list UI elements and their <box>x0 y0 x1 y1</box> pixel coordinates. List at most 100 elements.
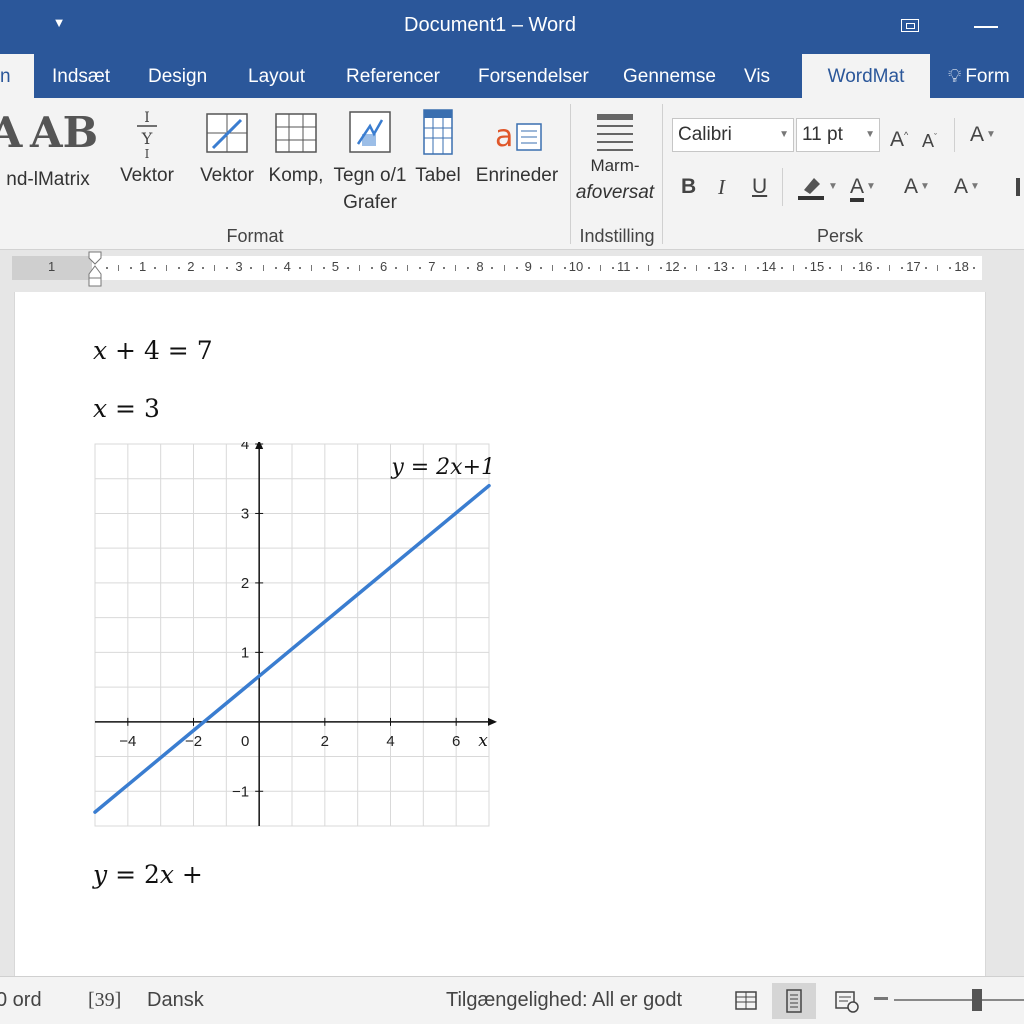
equation-line[interactable]: y = 2x + <box>93 860 203 889</box>
italic-button[interactable]: I <box>718 172 725 202</box>
tab-layout[interactable]: Layout <box>248 54 305 98</box>
grow-font-icon: A <box>890 128 905 151</box>
graphs-button[interactable]: Tegn o/1 Grafer <box>330 104 410 216</box>
zoom-out-button[interactable] <box>874 997 888 1000</box>
text-effects-icon: A <box>904 175 919 198</box>
settings-list-icon <box>597 114 633 151</box>
ruler-tick <box>419 267 422 269</box>
graphs-label: Grafer <box>343 192 397 213</box>
tab-format[interactable]: 💡︎ Form <box>948 54 1010 98</box>
vector-calc-button[interactable]: Vektor <box>194 104 260 189</box>
matrix-label: nd-lMatrix <box>6 169 90 190</box>
equation-variable: x <box>93 394 108 423</box>
title-bar: ▼ Document1 – Word <box>0 0 1024 54</box>
line-annotation: y = 2x+1 <box>390 455 495 480</box>
zoom-slider-thumb[interactable] <box>972 989 982 1011</box>
read-mode-icon <box>735 991 757 1010</box>
ruler-number: 4 <box>283 259 291 274</box>
ruler-tick <box>358 265 360 271</box>
complex-button[interactable]: Komp, <box>264 104 328 189</box>
vector-calc-label: Vektor <box>200 165 254 186</box>
equation-text: = 2 <box>107 860 160 889</box>
units-icon: a <box>495 119 542 154</box>
function-graph[interactable]: −4 −2 0 2 4 64321−1xy = 2x+1 <box>93 442 499 828</box>
tab-home[interactable]: n <box>0 54 34 98</box>
tab-insert[interactable]: Indsæt <box>52 54 110 98</box>
ruler-tick <box>648 265 650 271</box>
shrink-font-icon: A <box>922 131 935 151</box>
grow-font-button[interactable]: A^ <box>890 120 908 151</box>
equation-line[interactable]: x = 3 <box>93 394 160 423</box>
bold-button[interactable]: B <box>681 172 696 202</box>
web-layout-button[interactable] <box>824 983 868 1019</box>
matrix-button[interactable]: AB nd-lMatrix <box>0 104 99 193</box>
text-effects-button[interactable]: A ▼ <box>904 172 930 202</box>
ruler-tick <box>877 267 880 269</box>
tab-references[interactable]: Referencer <box>346 54 440 98</box>
font-size-select[interactable]: 11 pt ▼ <box>796 118 880 152</box>
y-axis-arrow <box>255 442 264 449</box>
ruler-tick <box>503 265 505 271</box>
ruler-tick <box>202 267 205 269</box>
shading-button[interactable]: A ▼ <box>954 172 980 202</box>
ruler-tick <box>370 267 373 269</box>
ruler-number: 11 <box>617 259 631 274</box>
minimize-button[interactable] <box>968 14 1008 38</box>
ruler-tick <box>491 267 494 269</box>
highlight-button[interactable]: ▼ <box>796 172 844 202</box>
table-grid-icon <box>275 113 317 153</box>
ruler-tick <box>708 267 711 269</box>
word-count[interactable]: 0 ord <box>0 989 42 1012</box>
tab-design[interactable]: Design <box>148 54 207 98</box>
equation-line[interactable]: x + 4 = 7 <box>93 336 213 365</box>
ribbon-display-options-button[interactable] <box>896 14 924 38</box>
list-button[interactable] <box>1012 172 1024 202</box>
ruler-tick <box>539 267 542 269</box>
print-layout-button[interactable] <box>772 983 816 1019</box>
tab-wordmat[interactable]: WordMat <box>802 54 930 98</box>
tab-view[interactable]: Vis <box>744 54 770 98</box>
document-page[interactable]: x + 4 = 7 x = 3 −4 −2 0 2 4 6 4 3 2 1 −1 x y = 2x+1 … <box>14 292 986 982</box>
matrix-icon: AB <box>30 108 99 157</box>
change-case-button[interactable]: A ▼ <box>970 120 996 150</box>
ruler-tick <box>840 265 842 271</box>
chevron-down-icon: ▼ <box>970 181 980 193</box>
ruler-tick <box>587 267 590 269</box>
ruler-tick <box>407 265 409 271</box>
ruler-tick <box>732 267 735 269</box>
ruler-number: 18 <box>954 259 969 274</box>
font-name-select[interactable]: Calibri ▼ <box>672 118 794 152</box>
y-tick-label: 4 <box>241 442 249 453</box>
tab-mailings[interactable]: Forsendelser <box>478 54 589 98</box>
vector-grid-icon <box>206 113 248 153</box>
y-tick-label: −1 <box>232 783 249 800</box>
units-label: Enrineder <box>475 165 559 186</box>
shrink-font-button[interactable]: Aˇ <box>922 122 937 152</box>
y-tick-label: 3 <box>241 505 249 522</box>
ruler-number: 1 <box>48 259 56 274</box>
accessibility-status[interactable]: Tilgængelighed: All er godt <box>446 989 682 1012</box>
list-icon <box>1016 178 1020 196</box>
ruler-tick <box>467 267 470 269</box>
horizontal-ruler[interactable]: 1 1 2 3 4 5 6 7 8 9 10 11 12 13 14 15 16 17 18 <box>12 256 982 280</box>
table-button[interactable]: Tabel <box>410 104 466 189</box>
underline-button[interactable]: U <box>752 172 767 202</box>
group-separator <box>954 118 955 152</box>
print-layout-icon <box>786 989 802 1013</box>
tab-review[interactable]: Gennemse <box>623 54 716 98</box>
zoom-slider-track[interactable] <box>894 999 1024 1001</box>
ruler-tick <box>395 267 398 269</box>
ruler-number: 1 <box>139 259 147 274</box>
units-button[interactable]: a Enrineder <box>472 104 562 189</box>
indent-marker-icon[interactable] <box>88 250 102 290</box>
read-mode-button[interactable] <box>724 983 768 1019</box>
font-color-button[interactable]: A ▼ <box>850 172 876 202</box>
x-tick-label: 4 <box>386 733 394 750</box>
language-status[interactable]: Dansk <box>147 989 204 1012</box>
proofing-status[interactable]: [39] <box>88 989 121 1012</box>
ruler-tick <box>515 267 518 269</box>
y-tick-label: 1 <box>241 644 249 661</box>
math-translate-button[interactable]: Marm- afoversat <box>572 104 658 208</box>
vector-button[interactable]: I Y I Vektor <box>114 104 180 189</box>
chevron-down-icon: ▼ <box>920 181 930 193</box>
